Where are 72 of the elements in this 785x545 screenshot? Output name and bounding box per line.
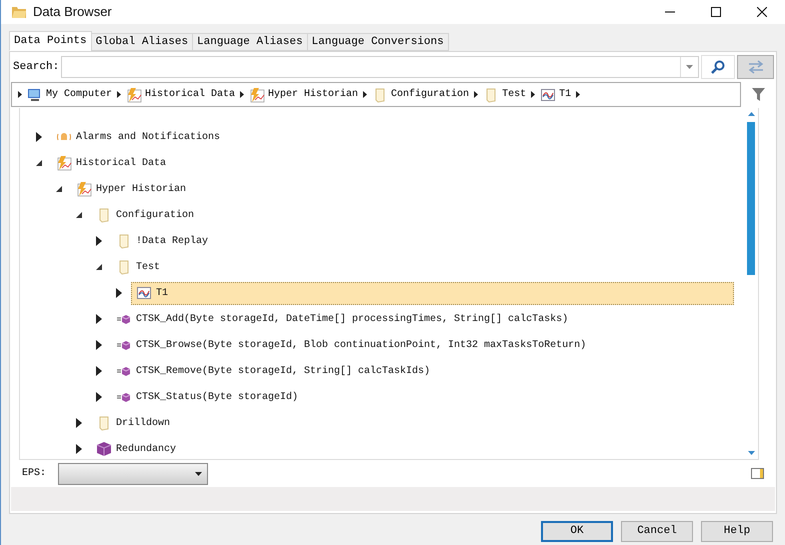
tree-item[interactable]: Redundancy <box>91 438 186 459</box>
expand-arrow-icon[interactable] <box>75 444 82 454</box>
dialog-button[interactable]: Cancel <box>621 520 693 542</box>
tree-item[interactable]: T1 <box>131 282 734 304</box>
filter-icon <box>752 88 764 101</box>
tree-item[interactable]: Configuration <box>91 204 204 226</box>
tree-item[interactable]: Drilldown <box>91 412 180 434</box>
collapse-arrow-icon[interactable] <box>35 159 43 167</box>
search-label: Search: <box>12 60 60 75</box>
window-title: Data Browser <box>33 3 112 22</box>
collapse-arrow-icon[interactable] <box>55 185 63 193</box>
scroll-down-icon[interactable] <box>748 451 754 455</box>
breadcrumb-item[interactable]: Hyper Historian <box>249 86 358 102</box>
expand-arrow-icon[interactable] <box>95 392 102 402</box>
close-icon <box>757 7 767 17</box>
breadcrumb-item[interactable]: T1 <box>540 86 572 102</box>
dialog-button[interactable]: OK <box>541 520 613 542</box>
wave-icon <box>540 86 556 102</box>
dropdown-arrow-icon <box>195 472 202 476</box>
computer-icon <box>27 86 43 102</box>
chart-bolt-icon <box>126 86 142 102</box>
separator-arrow-icon[interactable] <box>474 91 478 98</box>
separator-arrow-icon[interactable] <box>531 91 536 98</box>
tree-item[interactable]: Alarms and Notifications <box>51 126 230 148</box>
wave-icon <box>136 285 152 301</box>
scroll-up-icon[interactable] <box>748 112 754 116</box>
separator-arrow-icon[interactable] <box>576 91 580 98</box>
breadcrumb-item[interactable]: Configuration <box>372 86 470 102</box>
expand-arrow-icon[interactable] <box>95 314 102 324</box>
breadcrumb-item[interactable]: My Computer <box>27 86 112 102</box>
breadcrumb-item[interactable]: Historical Data <box>126 86 236 102</box>
breadcrumb-item[interactable]: Test <box>483 86 526 102</box>
tree-item[interactable]: CTSK_Add(Byte storageId, DateTime[] processingTimes, String[] calcTasks) <box>111 308 578 330</box>
folder-icon <box>11 5 27 19</box>
tree-item[interactable]: Historical Data <box>51 152 176 174</box>
tab[interactable]: Data Points <box>9 31 92 51</box>
expand-arrow-icon[interactable] <box>35 132 42 142</box>
separator-arrow-icon[interactable] <box>363 91 368 98</box>
dropdown-arrow-icon[interactable] <box>686 65 693 69</box>
eps-dropdown[interactable] <box>58 462 208 484</box>
tab[interactable]: Language Conversions <box>306 33 449 51</box>
eps-label: EPS: <box>22 467 46 481</box>
expand-arrow-icon[interactable] <box>95 236 102 246</box>
collapse-arrow-icon[interactable] <box>75 211 83 219</box>
dialog-button[interactable]: Help <box>701 520 773 542</box>
chart-bolt-icon <box>76 181 92 197</box>
search-field[interactable] <box>61 56 699 78</box>
tree-item[interactable]: Test <box>111 256 170 278</box>
separator-arrow-icon[interactable] <box>117 91 122 98</box>
tab[interactable]: Global Aliases <box>90 33 194 51</box>
tab[interactable]: Language Aliases <box>192 33 308 51</box>
swap-arrows-icon <box>748 60 764 74</box>
tree-item[interactable]: Hyper Historian <box>71 178 196 200</box>
search-button[interactable] <box>701 55 735 79</box>
search-icon <box>710 59 726 75</box>
tree-item[interactable]: CTSK_Browse(Byte storageId, Blob continuationPoint, Int32 maxTasksToReturn) <box>111 334 596 356</box>
collapse-arrow-icon[interactable] <box>95 263 103 271</box>
separator-arrow-icon[interactable] <box>240 91 244 98</box>
expand-arrow-icon[interactable] <box>75 418 82 428</box>
tree-item[interactable]: CTSK_Status(Byte storageId) <box>111 386 308 408</box>
panel-icon[interactable] <box>751 468 764 479</box>
chart-bolt-icon <box>249 86 266 102</box>
tree-item[interactable]: !Data Replay <box>111 230 218 252</box>
tree-item[interactable]: CTSK_Remove(Byte storageId, String[] calcTaskIds) <box>111 360 440 382</box>
chart-bolt-icon <box>56 155 72 171</box>
expand-arrow-icon[interactable] <box>95 366 102 376</box>
expand-arrow-icon[interactable] <box>95 340 102 350</box>
maximize-icon <box>711 7 721 17</box>
expand-arrow-icon[interactable] <box>115 288 122 298</box>
scrollbar-thumb[interactable] <box>747 122 755 275</box>
cube-icon <box>96 441 112 457</box>
separator-arrow-icon[interactable] <box>18 91 22 98</box>
